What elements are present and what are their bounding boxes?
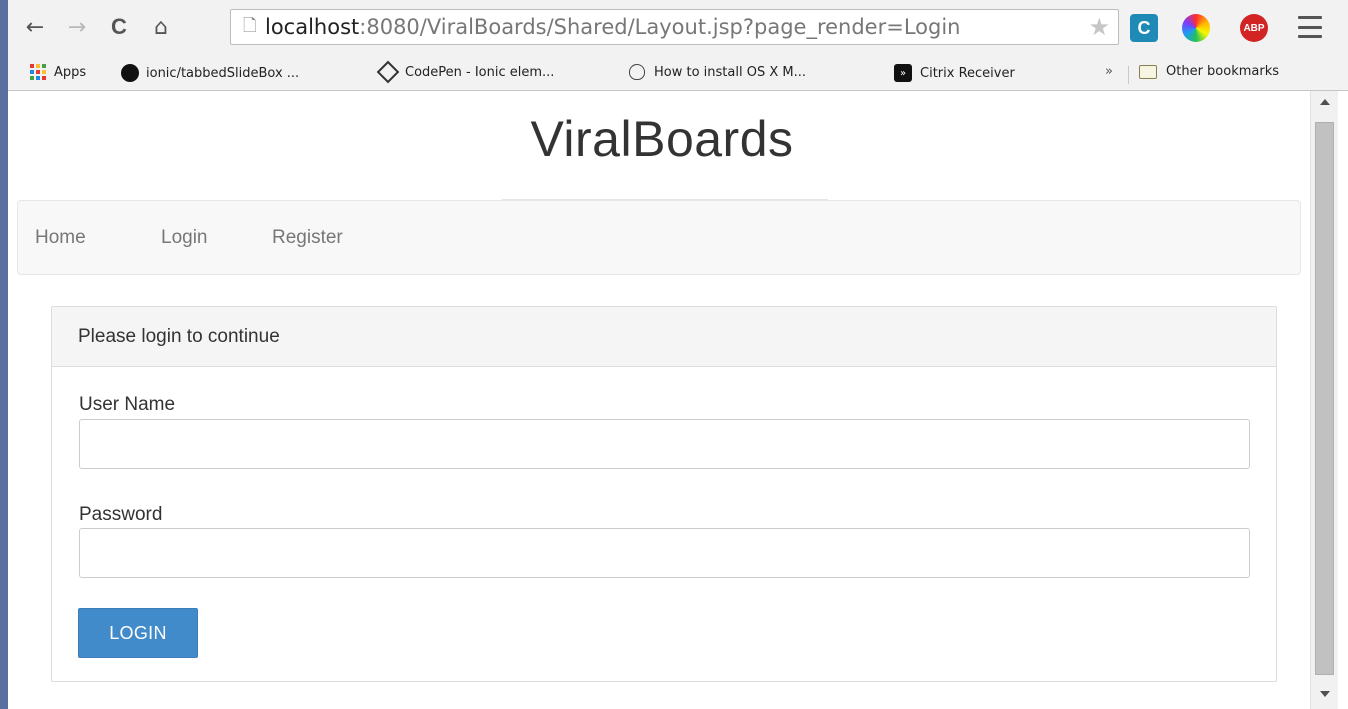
bookmark-codepen[interactable]: CodePen - Ionic elem... — [376, 60, 555, 84]
login-panel: Please login to continue User Name Passw… — [51, 306, 1277, 682]
url-host: localhost — [265, 15, 360, 39]
navbar: Home Login Register — [17, 200, 1301, 275]
bookmark-other-label: Other bookmarks — [1166, 64, 1280, 79]
browser-chrome: ← → C ⌂ 🗋 localhost:8080/ViralBoards/Sha… — [8, 0, 1348, 91]
apple-icon — [629, 64, 645, 80]
bookmark-star-icon[interactable]: ★ — [1088, 13, 1110, 41]
address-bar[interactable]: 🗋 localhost:8080/ViralBoards/Shared/Layo… — [230, 9, 1119, 45]
reload-icon[interactable]: C — [106, 14, 132, 40]
bookmarks-bar: Apps ionic/tabbedSlideBox ... CodePen - … — [8, 56, 1348, 90]
home-icon[interactable]: ⌂ — [148, 14, 174, 40]
bookmark-apps-label: Apps — [54, 64, 87, 80]
username-input[interactable] — [79, 419, 1250, 469]
forward-icon[interactable]: → — [64, 14, 90, 40]
login-button[interactable]: LOGIN — [78, 608, 198, 658]
scrollbar-thumb[interactable] — [1315, 122, 1334, 675]
nav-register[interactable]: Register — [272, 227, 343, 249]
password-label: Password — [79, 504, 163, 525]
adblock-plus-icon[interactable]: ABP — [1240, 14, 1268, 42]
nav-home[interactable]: Home — [35, 227, 86, 249]
address-url[interactable]: localhost:8080/ViralBoards/Shared/Layout… — [265, 15, 960, 39]
url-path: :8080/ViralBoards/Shared/Layout.jsp?page… — [359, 15, 961, 39]
vertical-scrollbar[interactable] — [1310, 91, 1338, 709]
back-icon[interactable]: ← — [22, 14, 48, 40]
bookmark-ionic[interactable]: ionic/tabbedSlideBox ... — [121, 64, 299, 82]
scroll-down-icon[interactable] — [1320, 691, 1330, 697]
chevron-double-right-icon: » — [1105, 64, 1113, 79]
bookmarks-divider — [1128, 66, 1129, 84]
window-frame-left — [0, 0, 8, 709]
nav-login[interactable]: Login — [161, 227, 208, 249]
scroll-up-icon[interactable] — [1320, 99, 1330, 105]
panel-heading: Please login to continue — [52, 307, 1276, 367]
bookmarks-overflow[interactable]: » — [1105, 64, 1113, 79]
password-input[interactable] — [79, 528, 1250, 578]
github-icon — [121, 64, 139, 82]
page-title: ViralBoards — [530, 111, 794, 167]
username-label: User Name — [79, 394, 176, 415]
browser-toolbar: ← → C ⌂ 🗋 localhost:8080/ViralBoards/Sha… — [8, 0, 1348, 56]
folder-icon — [1139, 64, 1157, 79]
bookmark-osx[interactable]: How to install OS X M... — [629, 64, 806, 80]
browser-menu-icon[interactable] — [1298, 16, 1322, 38]
bookmark-label: Citrix Receiver — [920, 65, 1015, 81]
page-icon: 🗋 — [243, 15, 257, 36]
apps-grid-icon — [30, 64, 46, 80]
page-content: ViralBoards Home Login Register Please l… — [8, 92, 1310, 709]
codepen-icon — [376, 60, 400, 84]
bookmark-label: CodePen - Ionic elem... — [405, 64, 555, 80]
extension-c-icon[interactable]: C — [1130, 14, 1158, 42]
bookmark-label: ionic/tabbedSlideBox ... — [146, 65, 300, 81]
bookmark-other[interactable]: Other bookmarks — [1139, 64, 1279, 79]
bookmark-citrix[interactable]: » Citrix Receiver — [894, 64, 1015, 82]
bookmark-apps[interactable]: Apps — [30, 64, 86, 80]
bookmark-label: How to install OS X M... — [654, 64, 806, 80]
citrix-icon: » — [894, 64, 912, 82]
color-picker-extension-icon[interactable] — [1182, 14, 1210, 42]
